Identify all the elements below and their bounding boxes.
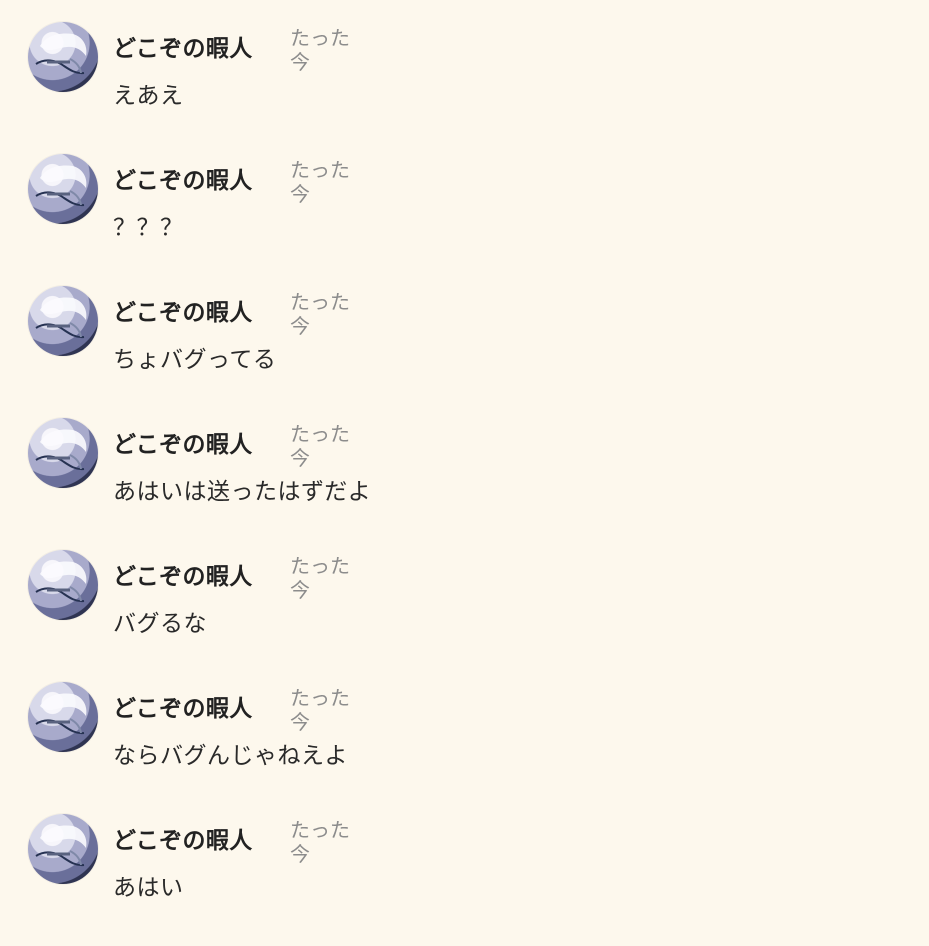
message-item: どこぞの暇人 たった今 ちょバグってる	[0, 286, 929, 418]
message-text: あはい	[113, 875, 184, 901]
message-item: どこぞの暇人 たった今 ？？？	[0, 154, 929, 286]
author-name[interactable]: どこぞの暇人	[113, 694, 253, 724]
message-text: バグるな	[113, 611, 207, 637]
user-avatar-icon[interactable]	[28, 550, 98, 620]
message-item: どこぞの暇人 たった今 あはい	[0, 814, 929, 946]
timestamp: たった今	[290, 686, 350, 734]
user-avatar-icon[interactable]	[28, 418, 98, 488]
message-text: ならバグんじゃねえよ	[113, 743, 348, 769]
user-avatar-icon[interactable]	[28, 682, 98, 752]
user-avatar-icon[interactable]	[28, 22, 98, 92]
timestamp: たった今	[290, 422, 350, 470]
author-name[interactable]: どこぞの暇人	[113, 562, 253, 592]
timestamp: たった今	[290, 554, 350, 602]
message-feed: どこぞの暇人 たった今 えあえ どこぞの暇人 たった今 ？？？ どこぞの暇人 た…	[0, 0, 929, 923]
message-text: ？？？	[113, 215, 184, 241]
author-name[interactable]: どこぞの暇人	[113, 826, 253, 856]
timestamp: たった今	[290, 26, 350, 74]
message-item: どこぞの暇人 たった今 えあえ	[0, 22, 929, 154]
message-text: あはいは送ったはずだよ	[113, 479, 372, 505]
user-avatar-icon[interactable]	[28, 154, 98, 224]
author-name[interactable]: どこぞの暇人	[113, 34, 253, 64]
author-name[interactable]: どこぞの暇人	[113, 430, 253, 460]
user-avatar-icon[interactable]	[28, 286, 98, 356]
message-item: どこぞの暇人 たった今 あはいは送ったはずだよ	[0, 418, 929, 550]
message-text: ちょバグってる	[113, 347, 277, 373]
user-avatar-icon[interactable]	[28, 814, 98, 884]
timestamp: たった今	[290, 818, 350, 866]
message-item: どこぞの暇人 たった今 ならバグんじゃねえよ	[0, 682, 929, 814]
timestamp: たった今	[290, 290, 350, 338]
message-text: えあえ	[113, 83, 184, 109]
timestamp: たった今	[290, 158, 350, 206]
author-name[interactable]: どこぞの暇人	[113, 166, 253, 196]
message-item: どこぞの暇人 たった今 バグるな	[0, 550, 929, 682]
author-name[interactable]: どこぞの暇人	[113, 298, 253, 328]
